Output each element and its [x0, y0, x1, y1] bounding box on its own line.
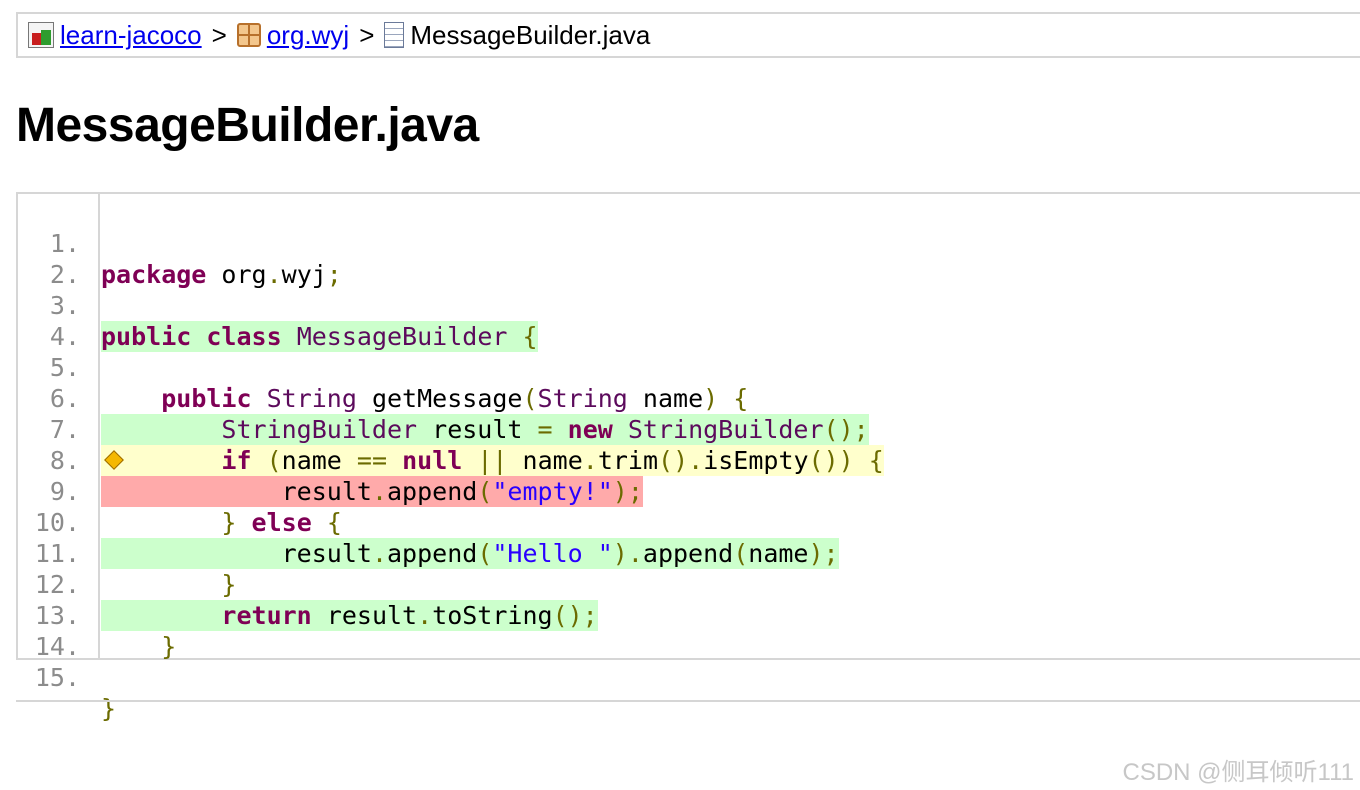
source-line-12: 12. return result.toString(); [18, 538, 1360, 631]
source-line-4: 4. [18, 290, 1360, 351]
breadcrumb-current-file: MessageBuilder.java [410, 19, 651, 50]
watermark: CSDN @侧耳倾听111 [1122, 759, 1354, 786]
source-line-3: 3. public class MessageBuilder { [18, 259, 1360, 352]
breadcrumb-item-current: MessageBuilder.java [384, 20, 650, 51]
breadcrumb-link-project[interactable]: learn-jacoco [60, 20, 202, 51]
line-number: 15. [34, 663, 80, 692]
source-line-13: 13. } [18, 569, 1360, 661]
source-line-10: 10. result.append("Hello ").append(name)… [18, 476, 1360, 569]
package-icon [236, 23, 261, 47]
source-line-5: 5. public String getMessage(String name)… [18, 321, 1360, 413]
breadcrumb-separator: > [359, 19, 375, 50]
source-line-1: 1. package org.wyj; [18, 197, 1360, 289]
report-icon [28, 22, 54, 48]
source-line-6: 6. StringBuilder result = new StringBuil… [18, 352, 1360, 445]
java-file-icon [384, 22, 405, 48]
source-line-7: 7. if (name == null || name.trim().isEmp… [18, 383, 1360, 476]
breadcrumb: learn-jacoco > org.wyj > MessageBuilder.… [16, 12, 1360, 58]
source-line-14: 14. [18, 600, 1360, 661]
source-code-view: 1. package org.wyj; 2. 3. public class M… [16, 192, 1360, 723]
page-title: MessageBuilder.java [16, 99, 479, 152]
breadcrumb-link-package[interactable]: org.wyj [267, 20, 349, 51]
code-text: } [101, 694, 117, 723]
source-line-15: 15. } [18, 631, 1360, 723]
breadcrumb-item-project[interactable]: learn-jacoco [28, 20, 202, 51]
source-line-11: 11. } [18, 507, 1360, 599]
breadcrumb-item-package[interactable]: org.wyj [236, 20, 349, 51]
footer-divider [16, 700, 1360, 702]
breadcrumb-separator: > [211, 19, 227, 50]
source-line-9: 9. } else { [18, 445, 1360, 537]
source-line-8: 8. result.append("empty!"); [18, 414, 1360, 507]
source-line-2: 2. [18, 228, 1360, 289]
